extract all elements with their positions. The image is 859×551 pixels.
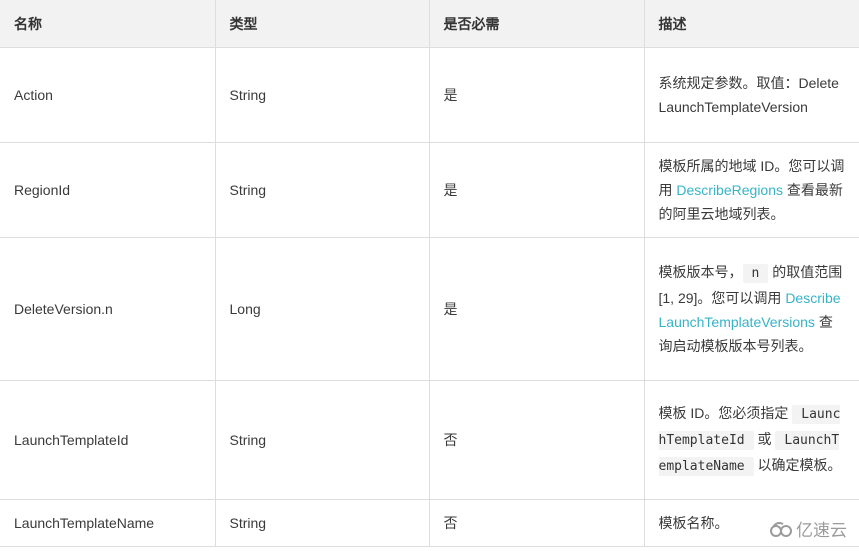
cloud-logo-icon	[770, 521, 792, 537]
param-required: 是	[428, 47, 645, 143]
watermark: 亿速云	[769, 516, 847, 541]
description-text: 或	[753, 431, 776, 447]
param-name: RegionId	[0, 142, 216, 238]
param-required: 否	[428, 499, 645, 547]
param-type: String	[214, 47, 430, 143]
param-name: DeleteVersion.n	[0, 237, 216, 381]
header-type: 类型	[214, 0, 430, 48]
param-type: String	[214, 142, 430, 238]
header-name: 名称	[0, 0, 216, 48]
description-text: 以确定模板。	[753, 457, 842, 473]
table-row: LaunchTemplateId String 否 模板 ID。您必须指定 La…	[0, 380, 859, 500]
description-text: 系统规定参数。取值：DeleteLaunchTemplateVersion	[658, 75, 839, 115]
table-row: LaunchTemplateName String 否 模板名称。	[0, 499, 859, 547]
param-required: 否	[428, 380, 645, 500]
inline-code: n	[742, 264, 769, 283]
param-required: 是	[428, 237, 645, 381]
param-name: LaunchTemplateId	[0, 380, 216, 500]
description-text: 模板名称。	[658, 515, 729, 531]
watermark-label: 亿速云	[796, 521, 847, 540]
param-type: String	[214, 380, 430, 500]
param-name: LaunchTemplateName	[0, 499, 216, 547]
param-type: String	[214, 499, 430, 547]
param-type: Long	[214, 237, 430, 381]
describe-regions-link[interactable]: DescribeRegions	[676, 182, 783, 198]
param-description: 模板版本号， n 的取值范围 [1, 29]。您可以调用 DescribeLaun…	[643, 237, 859, 381]
param-description: 模板 ID。您必须指定 LaunchTemplateId 或 LaunchTem…	[643, 380, 859, 500]
table-row: DeleteVersion.n Long 是 模板版本号， n 的取值范围 [1,…	[0, 237, 859, 381]
header-description: 描述	[643, 0, 859, 48]
table-row: Action String 是 系统规定参数。取值：DeleteLaunchTe…	[0, 47, 859, 143]
parameters-table: 名称 类型 是否必需 描述 Action String 是 系统规定参数。取值：…	[0, 0, 859, 547]
param-required: 是	[428, 142, 645, 238]
description-text: 模板 ID。您必须指定	[658, 405, 793, 421]
param-name: Action	[0, 47, 216, 143]
param-description: 系统规定参数。取值：DeleteLaunchTemplateVersion	[643, 47, 859, 143]
table-header-row: 名称 类型 是否必需 描述	[0, 0, 859, 48]
table-row: RegionId String 是 模板所属的地域 ID。您可以调用 Descr…	[0, 142, 859, 238]
header-required: 是否必需	[428, 0, 645, 48]
description-text: 模板版本号，	[658, 264, 743, 280]
param-description: 模板所属的地域 ID。您可以调用 DescribeRegions 查看最新的阿里…	[643, 142, 859, 238]
